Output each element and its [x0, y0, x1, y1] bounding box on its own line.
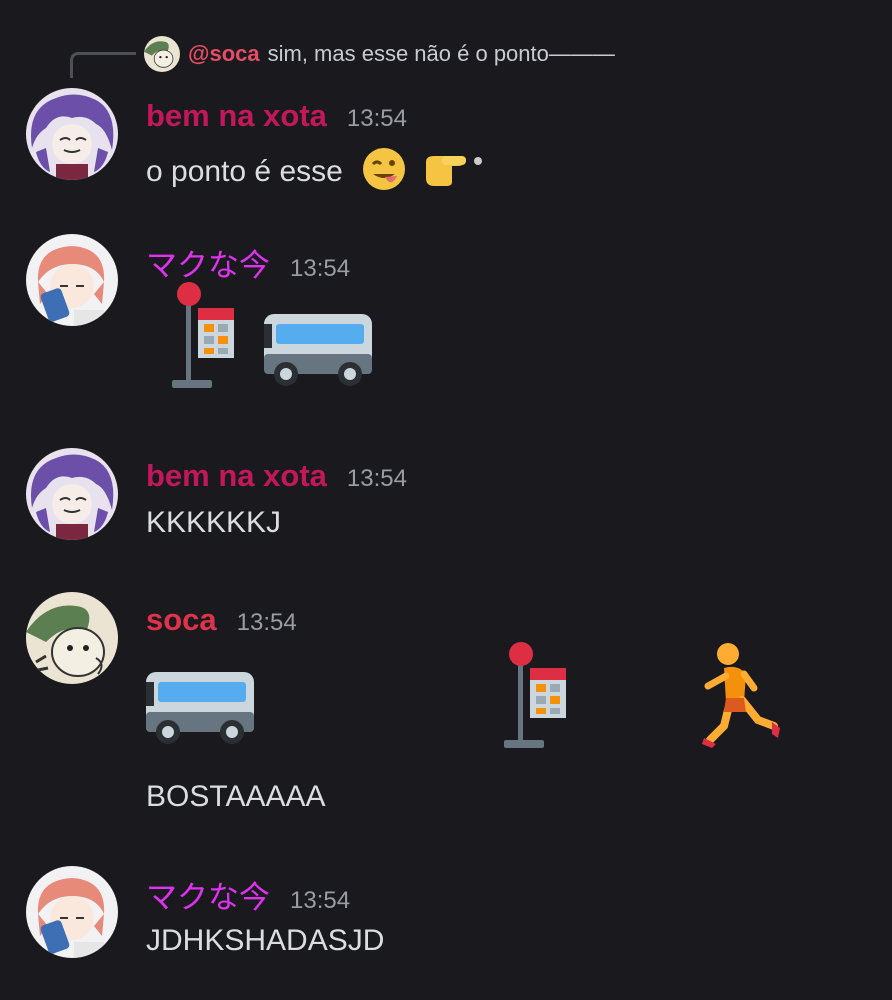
- timestamp[interactable]: 13:54: [290, 887, 350, 915]
- author-name[interactable]: soca: [146, 602, 217, 638]
- message-text: BOSTAAAAA: [146, 780, 326, 813]
- reply-connector: [70, 52, 136, 78]
- timestamp[interactable]: 13:54: [347, 105, 407, 133]
- avatar[interactable]: [26, 448, 118, 540]
- author-name[interactable]: マクな今: [146, 872, 270, 917]
- bus-emoji[interactable]: [144, 668, 256, 753]
- message-text: KKKKKKJ: [146, 506, 282, 539]
- tongue-wink-emoji[interactable]: [361, 146, 407, 200]
- avatar[interactable]: [26, 88, 118, 180]
- person-running-emoji[interactable]: [700, 640, 784, 757]
- reply-avatar[interactable]: [144, 36, 180, 72]
- bus-emoji[interactable]: [262, 310, 374, 395]
- bus-stop-emoji[interactable]: [496, 640, 570, 757]
- pointing-right-emoji[interactable]: [422, 146, 484, 200]
- chat-log: @soca sim, mas esse não é o ponto——— bem…: [0, 0, 892, 1000]
- bus-stop-emoji[interactable]: [164, 280, 238, 397]
- timestamp[interactable]: 13:54: [347, 465, 407, 493]
- reply-reference[interactable]: @soca sim, mas esse não é o ponto———: [144, 36, 615, 72]
- avatar[interactable]: [26, 592, 118, 684]
- author-name[interactable]: bem na xota: [146, 98, 327, 134]
- reply-snippet[interactable]: sim, mas esse não é o ponto———: [268, 41, 615, 67]
- reply-mention[interactable]: @soca: [188, 41, 260, 67]
- message-text: o ponto é esse: [146, 154, 343, 188]
- message-text: JDHKSHADASJD: [146, 924, 385, 957]
- avatar[interactable]: [26, 234, 118, 326]
- avatar[interactable]: [26, 866, 118, 958]
- timestamp[interactable]: 13:54: [290, 255, 350, 283]
- timestamp[interactable]: 13:54: [237, 609, 297, 637]
- message-content: o ponto é esse: [146, 146, 484, 200]
- author-name[interactable]: マクな今: [146, 240, 270, 285]
- author-name[interactable]: bem na xota: [146, 458, 327, 494]
